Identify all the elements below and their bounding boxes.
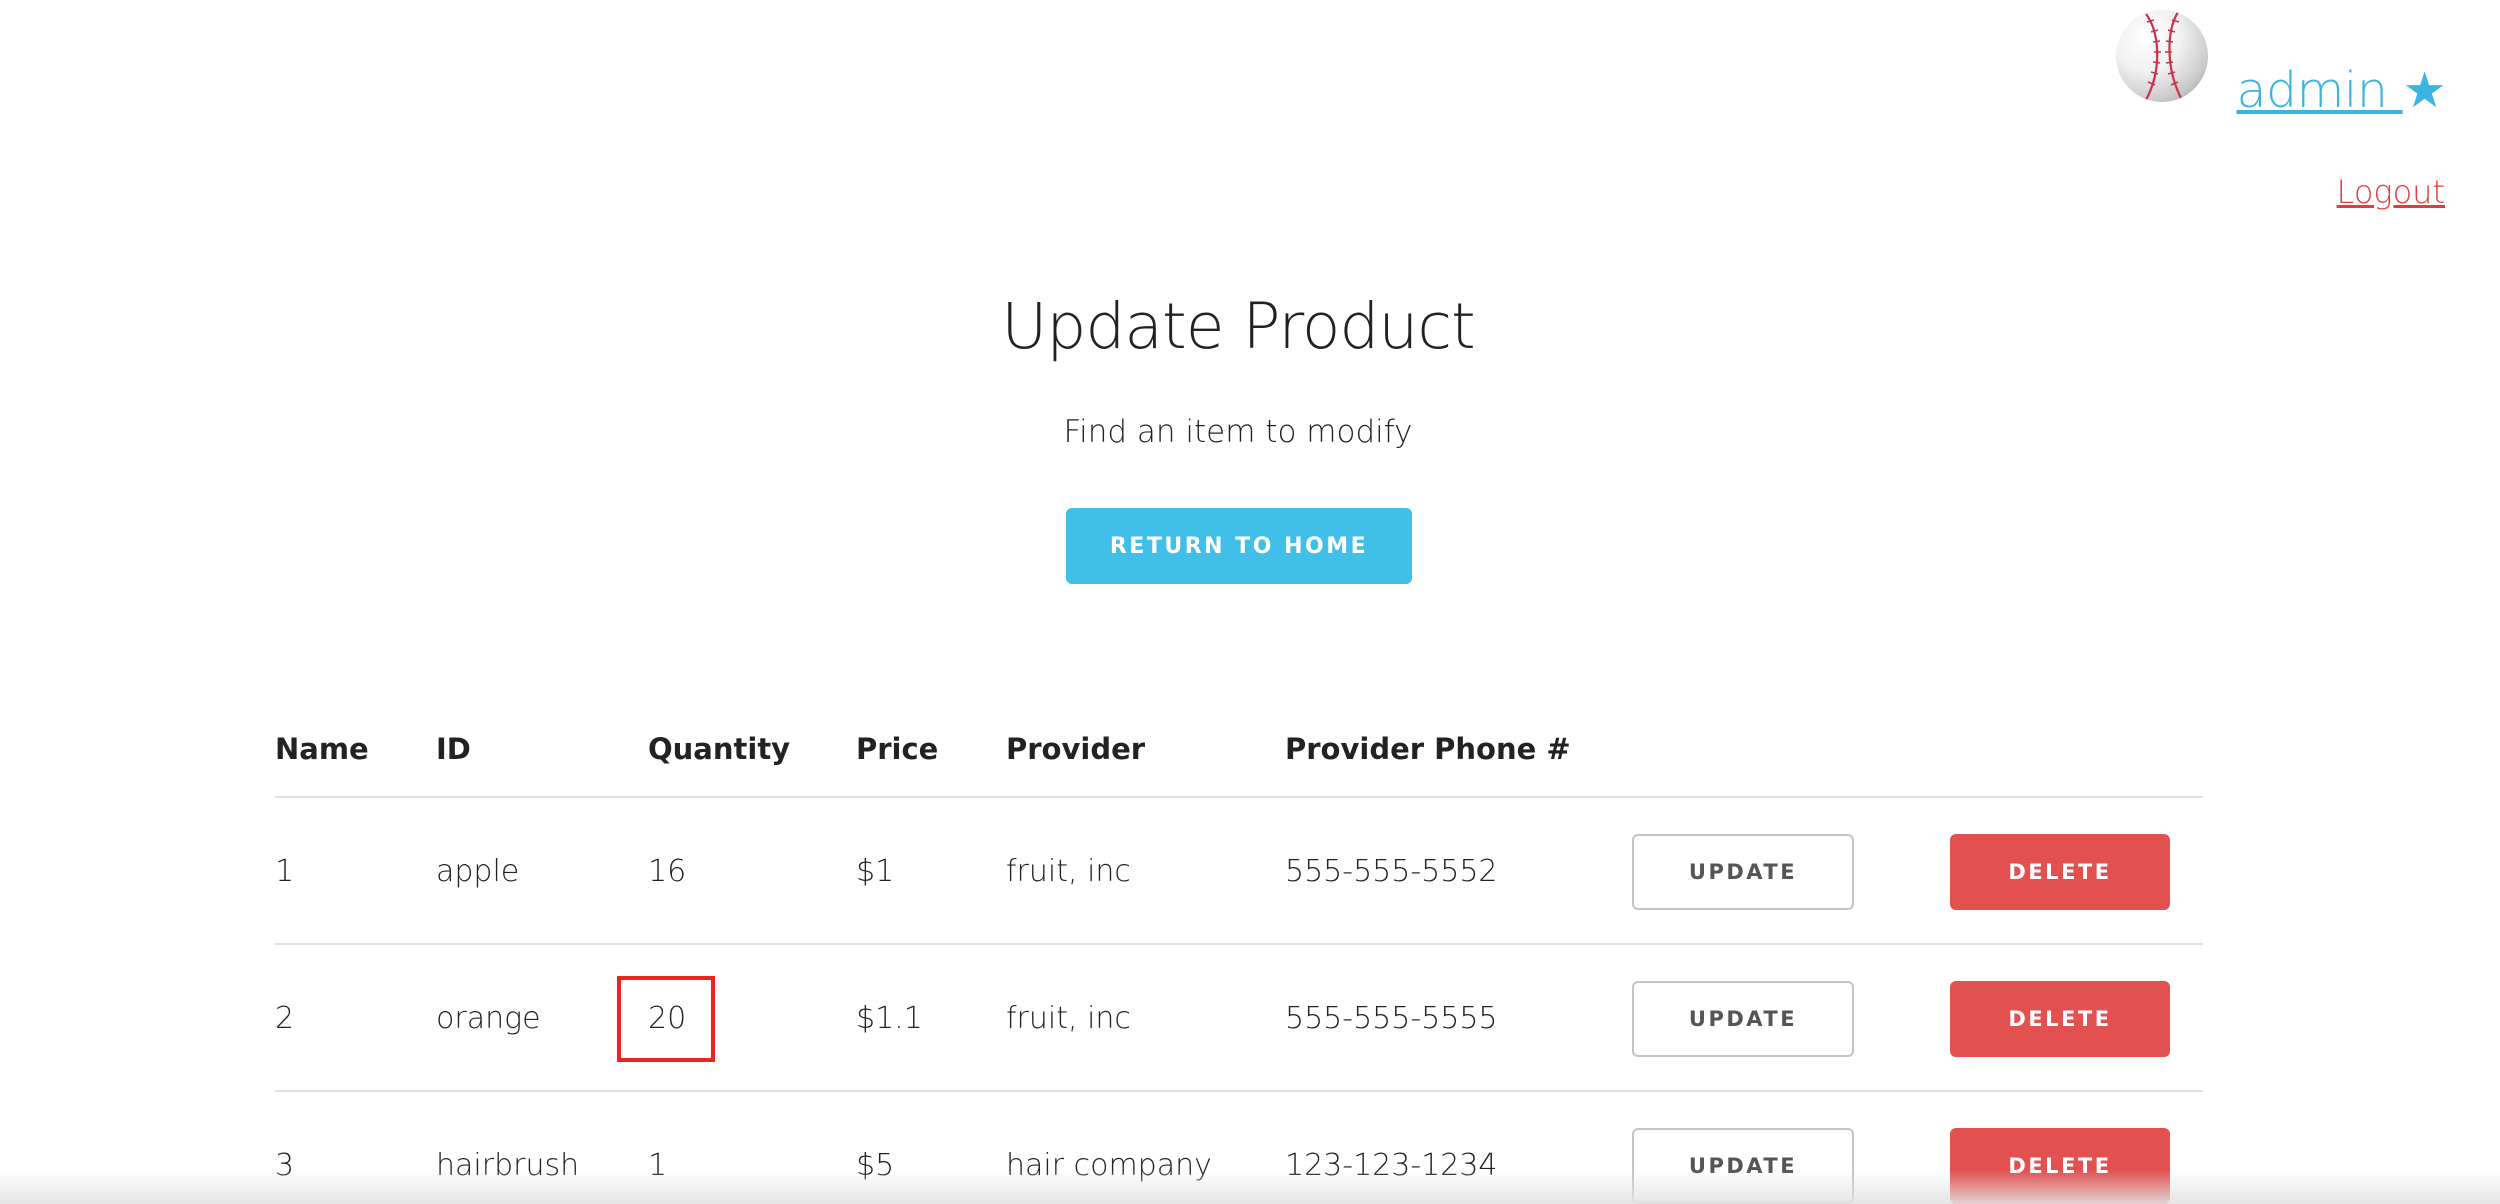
cell-quantity: 16 [648,854,687,889]
quantity-highlight-box [617,976,715,1062]
star-icon: ★ [2402,62,2447,119]
delete-button[interactable]: DELETE [1950,833,2170,910]
bottom-fade [0,1170,2500,1204]
logout-link[interactable]: Logout [2337,173,2445,211]
cell-price: $1.1 [856,1001,923,1036]
table-row: 1 apple 16 $1 fruit, inc 555-555-5552 UP… [275,798,2203,945]
column-header-quantity: Quantity [648,732,791,766]
cell-id: orange [436,1001,541,1036]
delete-cell: DELETE [1950,798,2170,945]
update-button[interactable]: UPDATE [1632,980,1854,1057]
cell-price: $1 [856,854,895,889]
cell-provider-phone: 555-555-5552 [1285,854,1498,889]
cell-name: 2 [275,1001,295,1036]
column-header-provider: Provider [1006,732,1146,766]
return-to-home-button[interactable]: RETURN TO HOME [1066,508,1412,584]
admin-username: admin [2236,62,2388,119]
cell-provider-phone: 555-555-5555 [1285,1001,1498,1036]
baseball-icon [2145,11,2183,101]
table-header-row: Name ID Quantity Price Provider Provider… [275,722,2203,798]
cell-provider: fruit, inc [1006,854,1131,889]
column-header-name: Name [275,732,369,766]
product-table: Name ID Quantity Price Provider Provider… [275,722,2203,1204]
page: admin ★ Logout Update Product Find an it… [0,0,2500,1204]
column-header-provider-phone: Provider Phone # [1285,732,1571,766]
baseball-avatar-icon [2116,10,2208,102]
cell-provider: fruit, inc [1006,1001,1131,1036]
page-title: Update Product [1001,290,1475,363]
update-button[interactable]: UPDATE [1632,833,1854,910]
cell-id: apple [436,854,520,889]
column-header-price: Price [856,732,939,766]
delete-cell: DELETE [1950,945,2170,1092]
column-header-id: ID [436,732,471,766]
update-cell: UPDATE [1632,798,1854,945]
admin-user-link[interactable]: admin ★ [2236,62,2446,119]
update-cell: UPDATE [1632,945,1854,1092]
delete-button[interactable]: DELETE [1950,980,2170,1057]
page-subtitle: Find an item to modify [1063,414,1413,450]
cell-name: 1 [275,854,295,889]
table-row: 2 orange 20 $1.1 fruit, inc 555-555-5555… [275,945,2203,1092]
